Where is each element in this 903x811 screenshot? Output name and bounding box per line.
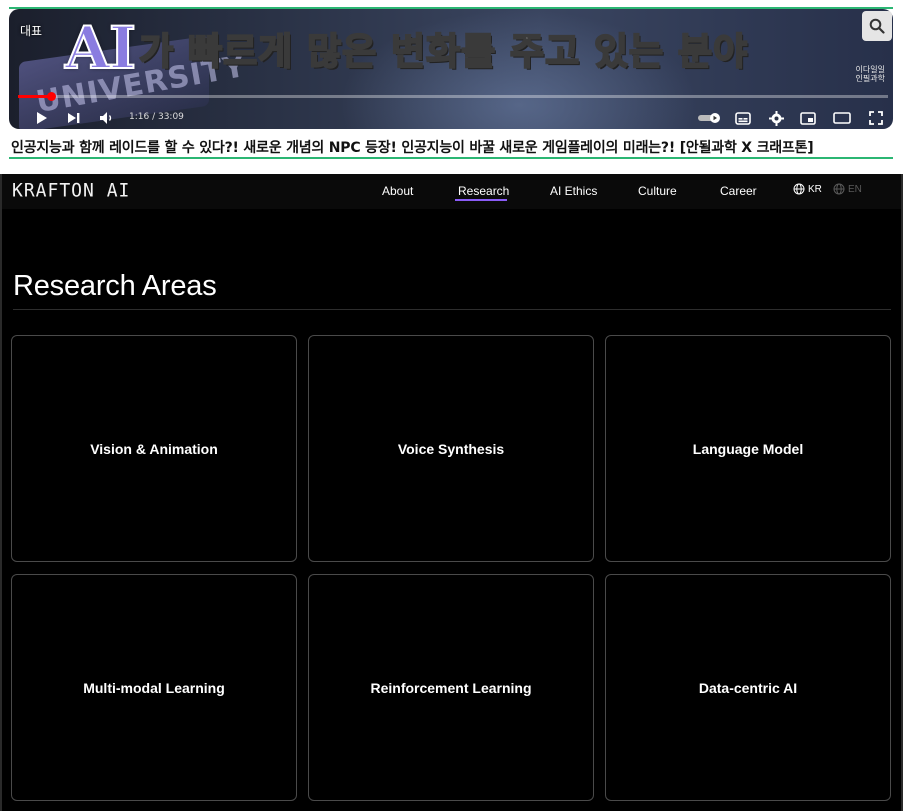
theater-mode-icon[interactable] [832,109,852,127]
research-card-label: Reinforcement Learning [370,679,532,696]
play-icon[interactable] [34,109,50,127]
next-icon[interactable] [66,109,82,127]
video-caption-ai: AI [64,13,137,83]
language-kr-button[interactable]: KR [793,183,822,195]
research-card-vision-animation[interactable]: Vision & Animation [11,335,297,562]
research-card-reinforcement-learning[interactable]: Reinforcement Learning [308,574,594,801]
nav-ai-ethics[interactable]: AI Ethics [550,184,597,198]
globe-icon [793,183,805,195]
research-card-data-centric-ai[interactable]: Data-centric AI [605,574,891,801]
language-en-button[interactable]: EN [833,183,862,195]
research-card-label: Language Model [692,440,804,457]
research-card-voice-synthesis[interactable]: Voice Synthesis [308,335,594,562]
research-card-multi-modal-learning[interactable]: Multi-modal Learning [11,574,297,801]
nav-career[interactable]: Career [720,184,757,198]
video-time: 1:16 / 33:09 [129,112,184,122]
nav-research[interactable]: Research [458,184,509,198]
nav-about[interactable]: About [382,184,413,198]
page-title: Research Areas [13,270,217,302]
language-kr-label: KR [808,183,822,195]
video-progress-bar[interactable] [18,92,888,101]
nav-active-indicator [455,199,507,201]
search-button[interactable] [862,11,892,41]
top-navigation: KRAFTON AI About Research AI Ethics Cult… [2,174,901,209]
research-card-label: Multi-modal Learning [83,679,225,696]
video-player[interactable]: UNIVERSITY 대표 AI 가 빠르게 많은 변화를 주고 있는 분야 이… [9,9,893,129]
video-caption-text: 가 빠르게 많은 변화를 주고 있는 분야 [138,29,749,74]
subtitles-icon[interactable] [734,109,752,127]
channel-watermark: 이다일일 인필과학 [856,65,885,83]
fullscreen-icon[interactable] [867,109,885,127]
research-card-label: Data-centric AI [698,679,798,696]
video-controls: 1:16 / 33:09 [18,105,893,129]
video-title[interactable]: 인공지능과 함께 레이드를 할 수 있다?! 새로운 개념의 NPC 등장! 인… [11,137,814,157]
video-caption: AI 가 빠르게 많은 변화를 주고 있는 분야 [64,9,749,87]
research-card-language-model[interactable]: Language Model [605,335,891,562]
accent-line-bottom [9,157,893,159]
krafton-ai-site: KRAFTON AI About Research AI Ethics Cult… [0,174,903,811]
video-embed: UNIVERSITY 대표 AI 가 빠르게 많은 변화를 주고 있는 분야 이… [0,0,903,162]
globe-icon [833,183,845,195]
language-en-label: EN [848,183,862,195]
miniplayer-icon[interactable] [799,109,817,127]
video-badge: 대표 [20,24,43,38]
watermark-line-2: 인필과학 [855,74,885,83]
autoplay-toggle-icon[interactable] [696,109,724,127]
search-icon [869,18,885,34]
research-card-label: Voice Synthesis [397,440,505,457]
krafton-ai-logo[interactable]: KRAFTON AI [12,179,130,201]
title-divider [13,309,891,310]
nav-culture[interactable]: Culture [638,184,677,198]
video-progress-played [18,95,52,98]
research-card-label: Vision & Animation [90,440,218,457]
watermark-line-1: 이다일일 [855,65,885,74]
settings-gear-icon[interactable] [767,109,785,127]
volume-icon[interactable] [98,109,116,127]
